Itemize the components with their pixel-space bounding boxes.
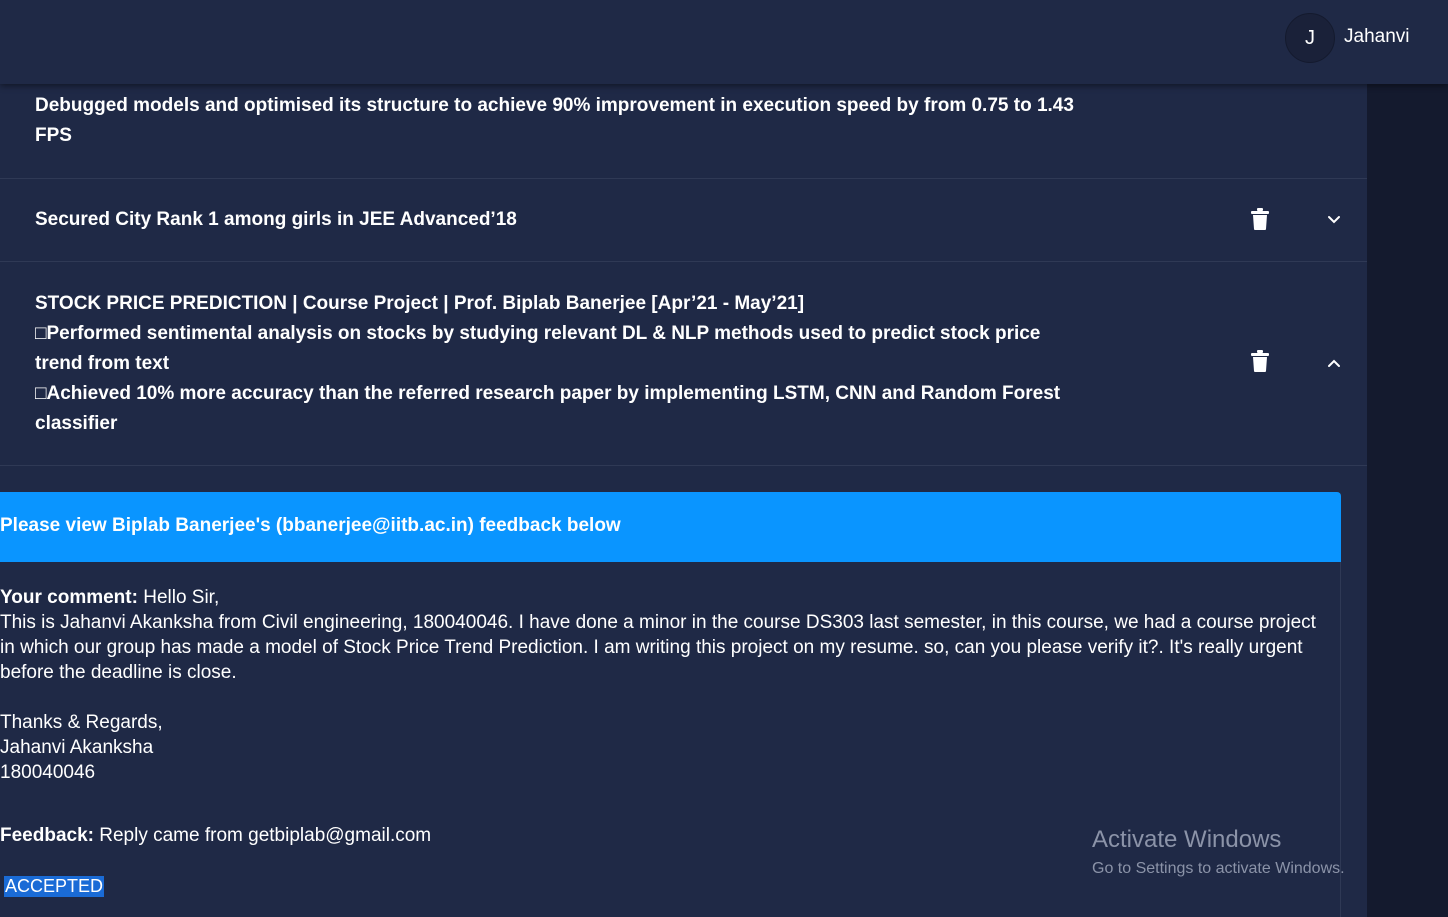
item-title: Secured City Rank 1 among girls in JEE A… [35, 205, 1085, 235]
item-line: classifier [35, 413, 118, 434]
feedback-line: Feedback: Reply came from getbiplab@gmai… [0, 825, 431, 847]
chevron-down-icon[interactable] [1326, 212, 1342, 228]
accordion-item[interactable]: Secured City Rank 1 among girls in JEE A… [0, 179, 1367, 262]
accordion-item: Debugged models and optimised its struct… [0, 84, 1367, 179]
item-line: trend from text [35, 353, 170, 374]
feedback-header-text: Please view Biplab Banerjee's (bbanerjee… [0, 515, 621, 536]
activate-windows-title: Activate Windows [1092, 826, 1282, 853]
item-line: Secured City Rank 1 among girls in JEE A… [35, 209, 517, 230]
feedback-label: Feedback: [0, 825, 94, 846]
comment-text: Hello Sir, This is Jahanvi Akanksha from… [0, 587, 1316, 783]
app-page: Debugged models and optimised its struct… [0, 0, 1448, 917]
feedback-text: Reply came from getbiplab@gmail.com [93, 825, 432, 846]
item-line: Debugged models and optimised its struct… [35, 95, 1074, 116]
item-line: □Performed sentimental analysis on stock… [35, 323, 1041, 344]
right-gutter [1367, 84, 1448, 917]
feedback-header: Please view Biplab Banerjee's (bbanerjee… [0, 492, 1341, 562]
main-content: Debugged models and optimised its struct… [0, 0, 1367, 917]
chevron-up-icon[interactable] [1326, 355, 1342, 371]
accordion-item[interactable]: STOCK PRICE PREDICTION | Course Project … [0, 262, 1367, 466]
trash-icon[interactable] [1249, 349, 1271, 373]
item-line: FPS [35, 125, 72, 146]
comment-label: Your comment: [0, 587, 138, 608]
top-navbar: J Jahanvi [0, 0, 1448, 84]
username[interactable]: Jahanvi [1344, 26, 1410, 48]
item-description: STOCK PRICE PREDICTION | Course Project … [35, 289, 1085, 439]
user-comment: Your comment: Hello Sir, This is Jahanvi… [0, 585, 1320, 785]
trash-icon[interactable] [1249, 207, 1271, 231]
item-line: STOCK PRICE PREDICTION | Course Project … [35, 293, 805, 314]
item-line: □Achieved 10% more accuracy than the ref… [35, 383, 1061, 404]
avatar[interactable]: J [1285, 13, 1335, 63]
status-badge: ACCEPTED [4, 876, 105, 897]
activate-windows-subtitle: Go to Settings to activate Windows. [1092, 860, 1345, 877]
item-description: Debugged models and optimised its struct… [35, 91, 1085, 151]
